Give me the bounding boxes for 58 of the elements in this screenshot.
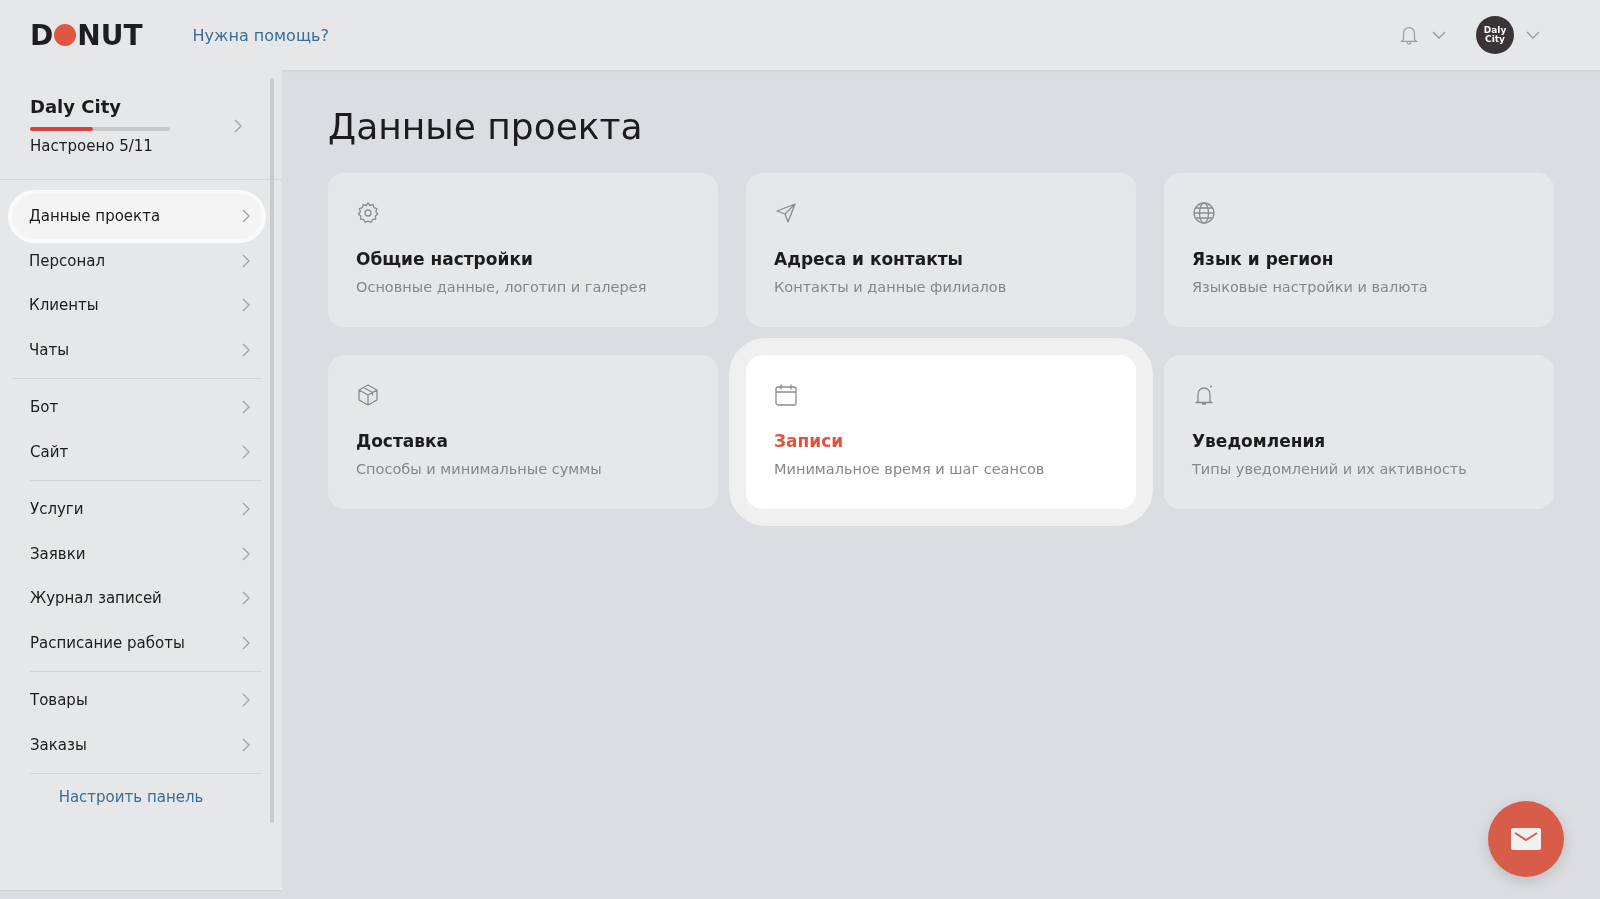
settings-card[interactable]: Адреса и контакты Контакты и данные филиалов <box>746 173 1136 327</box>
settings-card[interactable]: Общие настройки Основные данные, логотип и галерея <box>328 173 718 327</box>
envelope-icon <box>1511 828 1541 850</box>
settings-card[interactable]: Записи Минимальное время и шаг сеансов <box>746 355 1136 509</box>
card-title: Язык и регион <box>1192 249 1335 269</box>
sidebar-item[interactable]: Расписание работы <box>30 620 262 665</box>
card-title: Адреса и контакты <box>774 249 964 269</box>
chevron-down-icon[interactable] <box>1432 31 1446 39</box>
avatar[interactable]: Daly City <box>1476 16 1514 54</box>
card-subtitle: Контакты и данные филиалов <box>774 279 1008 295</box>
sidebar-item[interactable]: Бот <box>30 385 262 430</box>
chevron-right-icon <box>242 298 250 313</box>
chevron-right-icon <box>242 253 250 268</box>
globe-icon <box>1192 201 1216 225</box>
chevron-right-icon[interactable] <box>234 118 242 133</box>
logo[interactable]: D NUT <box>30 18 143 52</box>
chevron-right-icon <box>242 444 250 459</box>
card-title: Общие настройки <box>356 249 534 269</box>
project-name: Daly City <box>30 96 122 117</box>
sidebar-item[interactable]: Чаты <box>12 327 262 372</box>
sidebar-item[interactable]: Товары <box>30 678 262 723</box>
card-title: Доставка <box>356 431 449 451</box>
sidebar-item[interactable]: Услуги <box>30 487 262 532</box>
chevron-right-icon <box>242 591 250 606</box>
card-subtitle: Способы и минимальные суммы <box>356 461 603 477</box>
chevron-right-icon <box>242 693 250 708</box>
card-subtitle: Основные данные, логотип и галерея <box>356 279 648 295</box>
settings-card[interactable]: Язык и регион Языковые настройки и валюта <box>1164 173 1554 327</box>
box-icon <box>356 383 380 407</box>
chevron-right-icon <box>242 502 250 517</box>
help-link[interactable]: Нужна помощь? <box>192 25 329 45</box>
chevron-right-icon <box>242 400 250 415</box>
chevron-right-icon <box>242 546 250 561</box>
chevron-right-icon <box>242 342 250 357</box>
page-title: Данные проекта <box>328 106 644 147</box>
sidebar-item[interactable]: Клиенты <box>12 283 262 328</box>
settings-card[interactable]: Доставка Способы и минимальные суммы <box>328 355 718 509</box>
chevron-right-icon <box>242 635 250 650</box>
chevron-down-icon[interactable] <box>1526 31 1540 39</box>
settings-card[interactable]: Уведомления Типы уведомлений и их активность <box>1164 355 1554 509</box>
sidebar-item[interactable]: Заказы <box>30 722 262 767</box>
message-button[interactable] <box>1488 801 1564 877</box>
sidebar-item[interactable]: Заявки <box>30 531 262 576</box>
card-title: Уведомления <box>1192 431 1327 451</box>
customize-panel-link[interactable]: Настроить панель <box>0 774 262 820</box>
send-icon <box>774 201 798 225</box>
calendar-icon <box>774 383 798 407</box>
card-subtitle: Минимальное время и шаг сеансов <box>774 461 1046 477</box>
sidebar-item[interactable]: Персонал <box>12 238 262 283</box>
card-subtitle: Типы уведомлений и их активность <box>1192 461 1468 477</box>
chevron-right-icon <box>242 737 250 752</box>
card-subtitle: Языковые настройки и валюта <box>1192 279 1429 295</box>
sidebar-item[interactable]: Журнал записей <box>30 576 262 621</box>
sidebar-item[interactable]: Сайт <box>30 429 262 474</box>
gear-icon <box>356 201 380 225</box>
card-title: Записи <box>774 431 845 451</box>
chevron-right-icon <box>242 209 250 224</box>
progress-text: Настроено 5/11 <box>30 137 154 155</box>
